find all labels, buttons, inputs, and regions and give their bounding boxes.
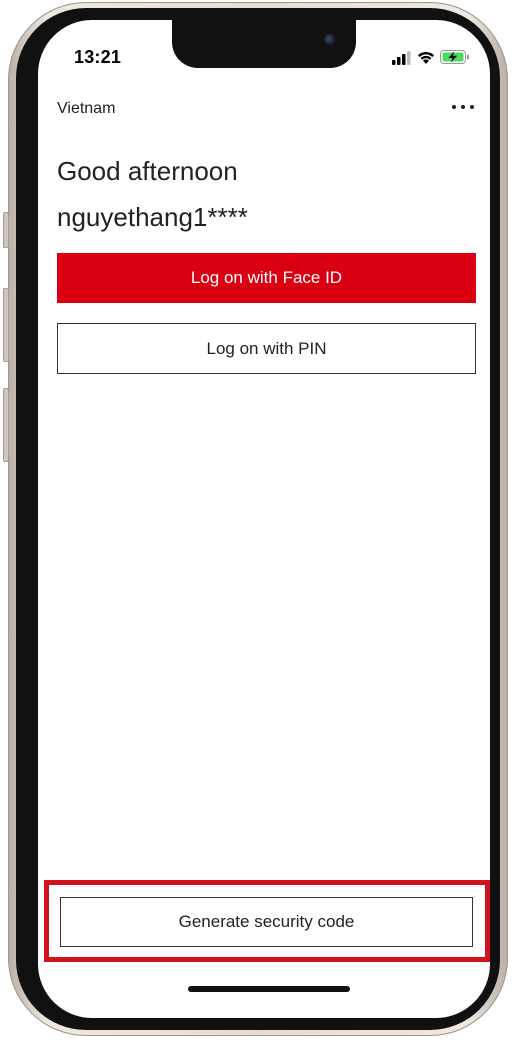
status-time: 13:21 — [74, 47, 122, 67]
phone-screen: 13:21 Vietnam Good afternoon nguyethang1… — [38, 20, 490, 1018]
dot-icon — [452, 105, 456, 109]
log-on-face-id-button[interactable]: Log on with Face ID — [57, 253, 476, 303]
wifi-icon — [418, 51, 434, 64]
volume-down-button — [3, 388, 9, 462]
mute-switch — [3, 212, 9, 248]
generate-security-code-button[interactable]: Generate security code — [60, 897, 473, 947]
greeting-line: Good afternoon — [57, 156, 238, 186]
username: nguyethang1**** — [57, 202, 248, 232]
volume-up-button — [3, 288, 9, 362]
home-indicator[interactable] — [188, 986, 350, 992]
screenshot-stage: 13:21 Vietnam Good afternoon nguyethang1… — [0, 0, 516, 1040]
country-label: Vietnam — [57, 100, 116, 117]
signal-icon — [392, 51, 411, 65]
more-options-icon[interactable] — [446, 94, 480, 120]
battery-charging-icon — [440, 50, 469, 64]
front-camera-icon — [324, 34, 336, 46]
dot-icon — [470, 105, 474, 109]
dot-icon — [461, 105, 465, 109]
notch — [172, 20, 356, 68]
status-icons — [392, 49, 472, 65]
greeting: Good afternoon nguyethang1**** — [57, 148, 248, 240]
log-on-pin-button[interactable]: Log on with PIN — [57, 323, 476, 374]
